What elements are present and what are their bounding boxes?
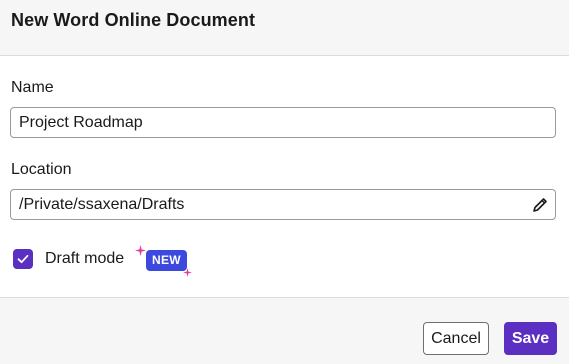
sparkle-icon — [183, 264, 192, 282]
dialog-title: New Word Online Document — [11, 10, 256, 30]
pencil-icon[interactable] — [532, 197, 548, 213]
new-badge: NEW — [146, 250, 187, 271]
sparkle-icon — [135, 243, 146, 261]
location-label: Location — [11, 161, 72, 178]
cancel-button[interactable]: Cancel — [423, 322, 489, 355]
draft-mode-checkbox[interactable] — [13, 249, 33, 269]
name-label: Name — [11, 79, 54, 96]
name-input-box — [10, 107, 556, 138]
name-input[interactable] — [11, 108, 555, 137]
new-document-dialog: New Word Online Document Name Location D… — [0, 0, 569, 364]
draft-mode-label[interactable]: Draft mode — [45, 250, 124, 268]
location-input-box — [10, 189, 556, 220]
checkmark-icon — [17, 254, 29, 264]
dialog-header: New Word Online Document — [0, 0, 569, 56]
dialog-footer: Cancel Save — [0, 297, 569, 364]
save-button[interactable]: Save — [504, 322, 557, 355]
location-input[interactable] — [11, 190, 555, 219]
